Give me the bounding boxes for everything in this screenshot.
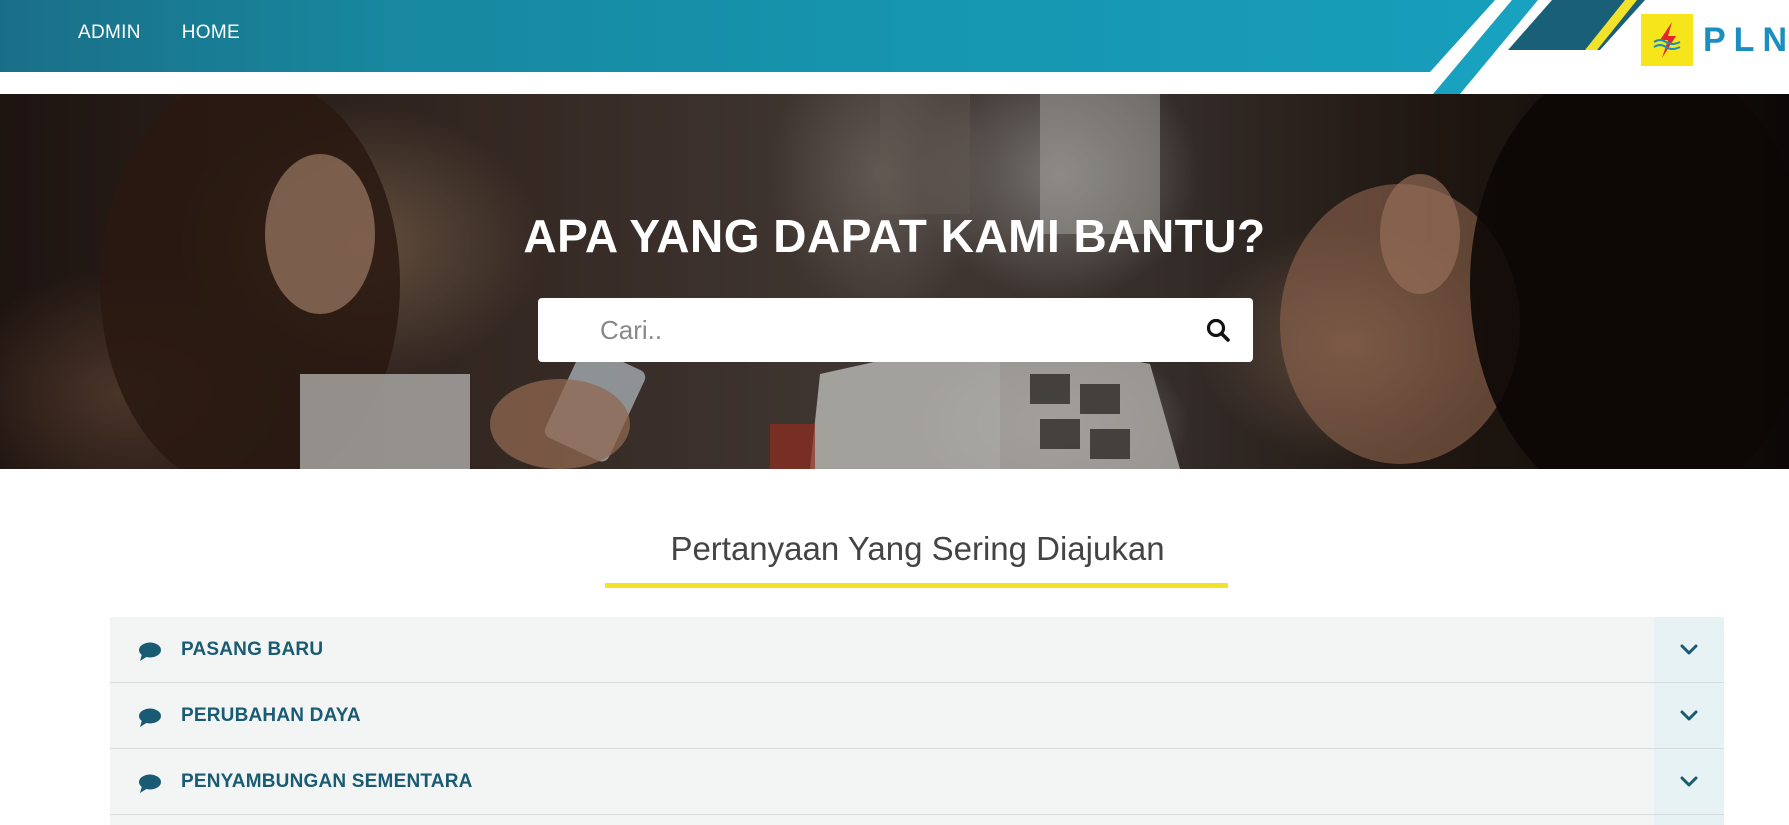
faq-item-label: PASANG BARU	[181, 639, 324, 660]
faq-toggle[interactable]	[1654, 815, 1724, 825]
chevron-down-icon	[1680, 710, 1698, 720]
faq-item-perubahan-daya[interactable]: PERUBAHAN DAYA	[110, 683, 1724, 749]
faq-item-label: PENYAMBUNGAN SEMENTARA	[181, 771, 473, 792]
nav-link-home[interactable]: HOME	[182, 22, 240, 44]
faq-title-underline	[605, 583, 1228, 588]
faq-item-next-partial[interactable]	[110, 815, 1724, 825]
faq-item-label: PERUBAHAN DAYA	[181, 705, 361, 726]
faq-toggle[interactable]	[1654, 749, 1724, 814]
hero-banner: APA YANG DAPAT KAMI BANTU?	[0, 94, 1789, 469]
chevron-down-icon	[1680, 776, 1698, 786]
pln-logo[interactable]: PLN	[1641, 12, 1789, 68]
chat-icon	[139, 708, 161, 727]
faq-title: Pertanyaan Yang Sering Diajukan	[670, 530, 1165, 567]
logo-text: PLN	[1703, 20, 1789, 59]
top-navbar: ADMIN HOME PLN	[0, 0, 1789, 94]
faq-item-penyambungan-sementara[interactable]: PENYAMBUNGAN SEMENTARA	[110, 749, 1724, 815]
faq-toggle[interactable]	[1654, 617, 1724, 682]
chevron-down-icon	[1680, 644, 1698, 654]
chat-icon	[139, 642, 161, 661]
nav-link-admin[interactable]: ADMIN	[78, 22, 141, 44]
faq-item-pasang-baru[interactable]: PASANG BARU	[110, 617, 1724, 683]
hero-overlay	[0, 94, 1789, 469]
nav-links: ADMIN HOME	[78, 22, 240, 44]
chat-icon	[139, 774, 161, 793]
lightning-icon	[1641, 14, 1693, 66]
faq-list: PASANG BARU PERUBAHAN DAYA PENYAMBUNGAN …	[110, 617, 1724, 825]
search-icon[interactable]	[1205, 317, 1231, 343]
faq-toggle[interactable]	[1654, 683, 1724, 748]
navbar-decoration	[1420, 0, 1789, 94]
search-box	[538, 298, 1253, 362]
hero-title: APA YANG DAPAT KAMI BANTU?	[523, 210, 1266, 262]
search-input[interactable]	[600, 310, 1160, 350]
